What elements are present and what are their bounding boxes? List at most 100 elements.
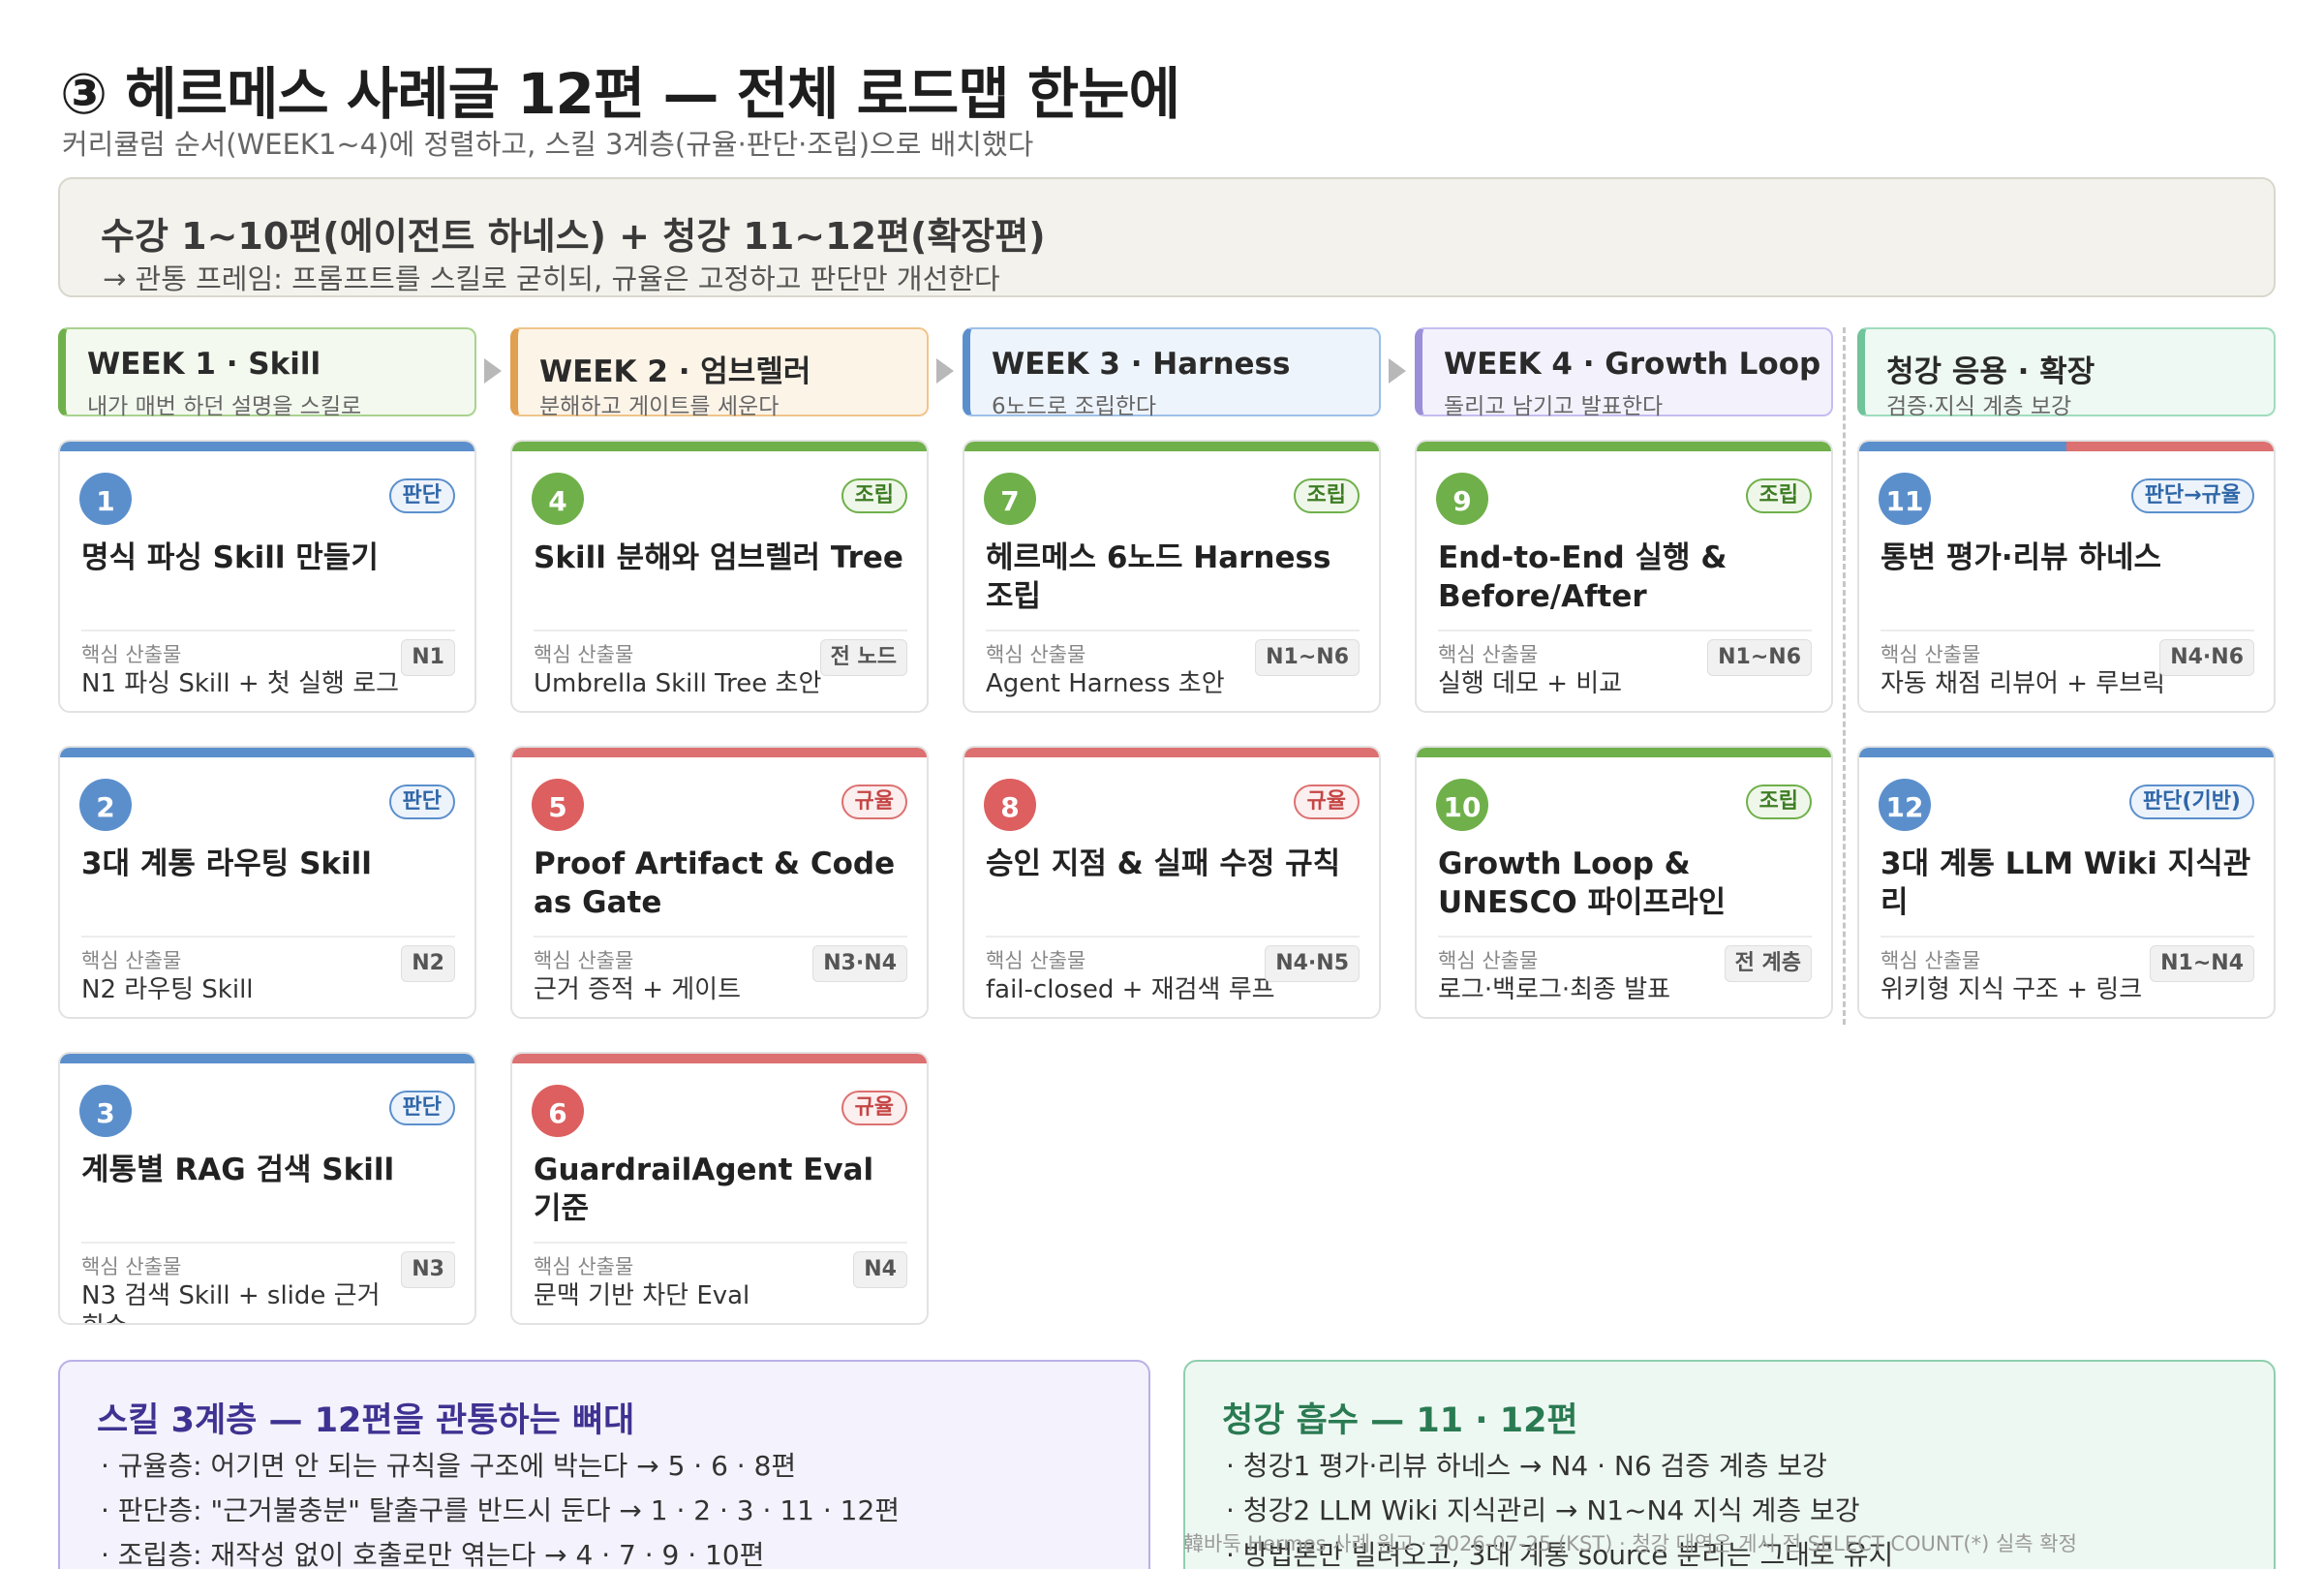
output-label: 핵심 산출물 [81,949,182,972]
episode-card-3[interactable]: 3 판단 계통별 RAG 검색 Skill 핵심 산출물 N3 검색 Skill… [58,1052,476,1325]
card-title: GuardrailAgent Eval 기준 [534,1153,874,1226]
layer-badge: 규율 [841,784,907,819]
episode-card-5[interactable]: 5 규율 Proof Artifact & Code as Gate 핵심 산출… [510,746,929,1019]
episode-card-10[interactable]: 10 조립 Growth Loop & UNESCO 파이프라인 핵심 산출물 … [1415,746,1833,1019]
layer-badge: 조립 [1745,478,1812,513]
arrow-right-icon [484,358,502,384]
episode-card-8[interactable]: 8 규율 승인 지점 & 실패 수정 규칙 핵심 산출물 fail-closed… [963,746,1381,1019]
node-tag: N4·N6 [2159,639,2254,676]
card-accent-bar [60,442,474,451]
layer-badge: 판단 [388,784,455,819]
output-label: 핵심 산출물 [534,1255,634,1278]
card-accent-bar [1417,442,1831,451]
node-tag: N3·N4 [812,945,907,982]
episode-card-11[interactable]: 11 판단→규율 통변 평가·리뷰 하네스 핵심 산출물 자동 채점 리뷰어 +… [1857,440,2276,713]
episode-number: 2 [79,779,132,831]
panel-line: · 청강1 평가·리뷰 하네스 → N4 · N6 검증 계층 보강 [1226,1450,1827,1482]
card-title: End-to-End 실행 & Before/After [1438,540,1728,614]
card-accent-bar [60,1054,474,1063]
week-title: WEEK 1 · Skill [87,347,321,382]
node-tag: N2 [401,945,455,982]
card-title: 헤르메스 6노드 Harness 조립 [986,540,1331,614]
card-title: 통변 평가·리뷰 하네스 [1881,540,2162,575]
card-title: 3대 계통 라우팅 Skill [81,846,372,881]
week-subtitle: 검증·지식 계층 보강 [1886,394,2072,419]
node-tag: N3 [401,1251,455,1288]
episode-number: 9 [1436,473,1488,525]
overview-banner: 수강 1~10편(에이전트 하네스) + 청강 11~12편(확장편) → 관통… [58,177,2276,297]
episode-number: 3 [79,1085,132,1137]
week-header-2: WEEK 2 · 엄브렐러 분해하고 게이트를 세운다 [510,327,929,419]
banner-main-text: 수강 1~10편(에이전트 하네스) + 청강 11~12편(확장편) [101,215,1046,258]
node-tag: 전 노드 [819,639,907,676]
card-accent-bar [512,748,927,757]
episode-card-2[interactable]: 2 판단 3대 계통 라우팅 Skill 핵심 산출물 N2 라우팅 Skill… [58,746,476,1019]
panel-line: · 판단층: "근거불충분" 탈출구를 반드시 둔다 → 1 · 2 · 3 ·… [101,1494,901,1526]
card-divider [81,936,455,938]
week-subtitle: 돌리고 남기고 발표한다 [1444,394,1664,419]
card-title: Growth Loop & UNESCO 파이프라인 [1438,846,1727,920]
card-accent-bar [964,442,1379,451]
episode-card-1[interactable]: 1 판단 명식 파싱 Skill 만들기 핵심 산출물 N1 파싱 Skill … [58,440,476,713]
output-label: 핵심 산출물 [1438,643,1539,666]
footer-note: 韓바둑 Hermes 사례 원고 · 2026-07-25 (KST) · 청강… [1183,1532,2077,1555]
layer-badge: 규율 [841,1091,907,1125]
episode-card-4[interactable]: 4 조립 Skill 분해와 엄브렐러 Tree 핵심 산출물 Umbrella… [510,440,929,713]
panel-line: · 규율층: 어기면 안 되는 규칙을 구조에 박는다 → 5 · 6 · 8편 [101,1450,797,1482]
episode-number: 7 [984,473,1036,525]
node-tag: N4 [853,1251,907,1288]
output-label: 핵심 산출물 [1881,949,1981,972]
card-divider [81,1242,455,1244]
layer-badge: 판단 [388,1091,455,1125]
output-text: 자동 채점 리뷰어 + 루브릭 [1881,669,2166,698]
layer-badge: 조립 [1745,784,1812,819]
week-header-3: WEEK 3 · Harness 6노드로 조립한다 [963,327,1381,419]
output-label: 핵심 산출물 [1438,949,1539,972]
episode-card-7[interactable]: 7 조립 헤르메스 6노드 Harness 조립 핵심 산출물 Agent Ha… [963,440,1381,713]
week-subtitle: 내가 매번 하던 설명을 스킬로 [87,394,362,419]
card-divider [1438,630,1812,631]
output-text: 로그·백로그·최종 발표 [1438,975,1671,1004]
week-title: WEEK 3 · Harness [992,347,1291,382]
card-divider [986,936,1360,938]
card-title: 명식 파싱 Skill 만들기 [81,540,379,575]
episode-number: 10 [1436,779,1488,831]
panel-title: 청강 흡수 — 11 · 12편 [1222,1401,1578,1440]
node-tag: N1~N6 [1707,639,1812,676]
episode-number: 1 [79,473,132,525]
node-tag: 전 계층 [1724,945,1812,982]
page-title: ③ 헤르메스 사례글 12편 — 전체 로드맵 한눈에 [60,61,1180,127]
panel-line: · 조립층: 재작성 없이 호출로만 엮는다 → 4 · 7 · 9 · 10편 [101,1539,765,1569]
output-text: N2 라우팅 Skill [81,975,254,1004]
episode-card-9[interactable]: 9 조립 End-to-End 실행 & Before/After 핵심 산출물… [1415,440,1833,713]
episode-number: 11 [1879,473,1931,525]
week-header-1: WEEK 1 · Skill 내가 매번 하던 설명을 스킬로 [58,327,476,419]
panel-line: · 청강2 LLM Wiki 지식관리 → N1~N4 지식 계층 보강 [1226,1494,1860,1526]
output-label: 핵심 산출물 [986,949,1086,972]
week-title: WEEK 2 · 엄브렐러 [539,354,811,389]
episode-card-12[interactable]: 12 판단(기반) 3대 계통 LLM Wiki 지식관리 핵심 산출물 위키형… [1857,746,2276,1019]
section-divider [1843,327,1846,1025]
week-header-4: WEEK 4 · Growth Loop 돌리고 남기고 발표한다 [1415,327,1833,419]
panel-title: 스킬 3계층 — 12편을 관통하는 뼈대 [97,1401,635,1440]
episode-number: 4 [532,473,584,525]
output-text: Umbrella Skill Tree 초안 [534,669,822,698]
week-subtitle: 6노드로 조립한다 [992,394,1157,419]
layer-badge: 판단 [388,478,455,513]
episode-card-6[interactable]: 6 규율 GuardrailAgent Eval 기준 핵심 산출물 문맥 기반… [510,1052,929,1325]
layer-badge: 조립 [1293,478,1360,513]
page-subtitle: 커리큘럼 순서(WEEK1~4)에 정렬하고, 스킬 3계층(규율·판단·조립)… [62,128,1034,161]
card-accent-bar [1859,442,2274,451]
card-title: Skill 분해와 엄브렐러 Tree [534,540,903,575]
card-divider [1881,936,2254,938]
card-title: 승인 지점 & 실패 수정 규칙 [986,846,1341,881]
layer-badge: 조립 [841,478,907,513]
card-divider [81,630,455,631]
card-accent-bar [512,1054,927,1063]
banner-sub-text: → 관통 프레임: 프롬프트를 스킬로 굳히되, 규율은 고정하고 판단만 개선… [103,262,1000,295]
output-text: N1 파싱 Skill + 첫 실행 로그 [81,669,400,698]
week-title: 청강 응용 · 확장 [1886,354,2095,389]
card-title: 계통별 RAG 검색 Skill [81,1153,395,1187]
layer-badge: 판단(기반) [2128,784,2254,819]
card-divider [986,630,1360,631]
